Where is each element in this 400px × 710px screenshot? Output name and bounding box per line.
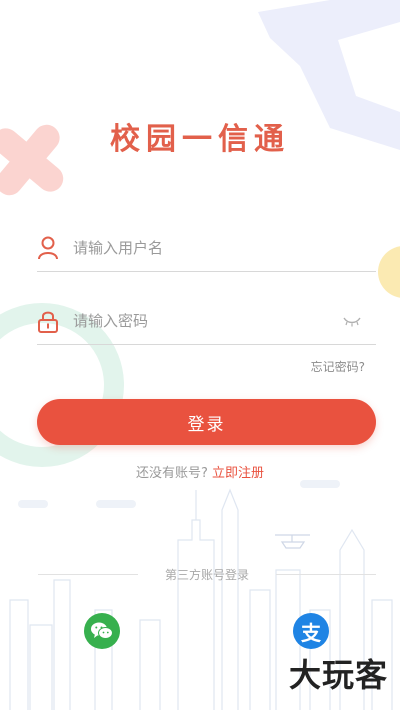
wechat-icon [91,622,113,639]
app-title: 校园一信通 [110,122,290,157]
register-link[interactable]: 立即注册 [212,466,264,481]
alipay-login-button[interactable]: 支 [293,613,329,649]
lock-icon [38,311,58,333]
user-icon [38,236,58,260]
login-button[interactable]: 登录 [37,399,376,445]
register-prompt: 还没有账号? 立即注册 [0,462,400,481]
alipay-icon: 支 [301,620,321,645]
no-account-text: 还没有账号? [135,466,208,481]
eye-closed-icon[interactable] [342,315,362,327]
password-field [37,303,376,345]
background-decoration [0,0,400,467]
third-party-divider: 第三方账号登录 [38,566,376,582]
divider-line-right [276,574,376,575]
password-input[interactable] [73,307,343,335]
wechat-login-button[interactable] [84,613,120,649]
forgot-password-link[interactable]: 忘记密码? [311,358,365,375]
watermark-logo: 大玩客 [288,656,388,694]
username-field [37,230,376,272]
username-input[interactable] [73,234,343,262]
